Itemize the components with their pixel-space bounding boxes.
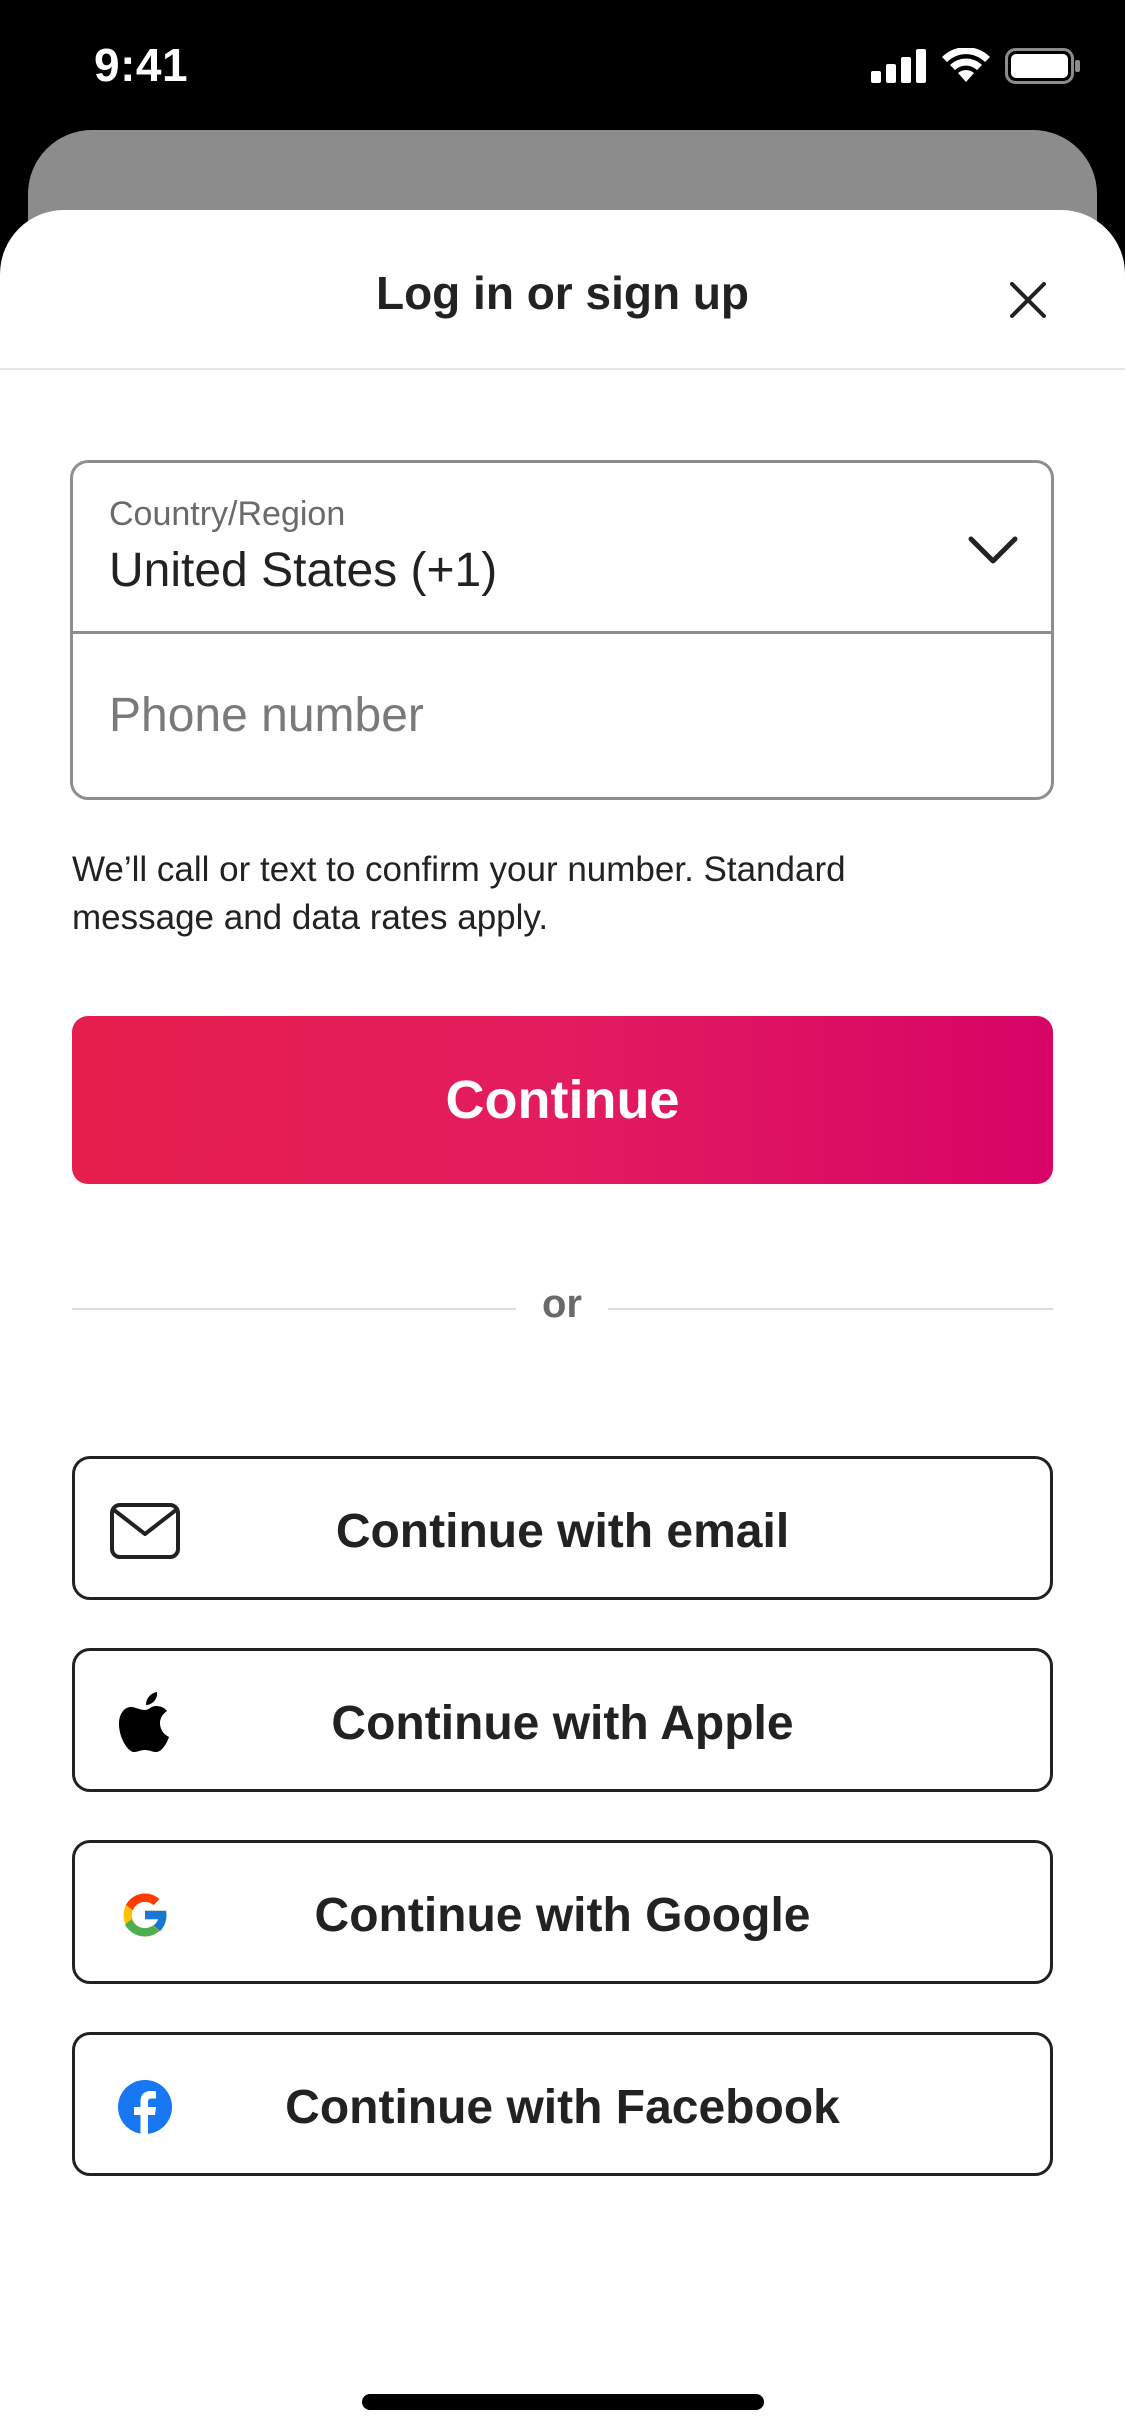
status-icons: [871, 48, 1081, 84]
continue-with-google-button[interactable]: Continue with Google: [72, 1840, 1053, 1984]
chevron-down-icon: [968, 536, 1018, 564]
sheet-header: Log in or sign up: [0, 210, 1125, 370]
continue-with-facebook-button[interactable]: Continue with Facebook: [72, 2032, 1053, 2176]
close-button[interactable]: [998, 270, 1058, 330]
country-region-value: United States (+1): [109, 544, 498, 597]
phone-number-form: Country/Region United States (+1): [70, 460, 1054, 800]
continue-with-email-label: Continue with email: [335, 1505, 790, 1558]
wifi-icon: [942, 48, 990, 82]
sheet-title: Log in or sign up: [375, 267, 750, 319]
country-region-select[interactable]: Country/Region United States (+1): [73, 463, 1051, 634]
continue-with-apple-button[interactable]: Continue with Apple: [72, 1648, 1053, 1792]
login-sheet: Log in or sign up Country/Region United …: [0, 210, 1125, 2436]
divider-line-right: [608, 1308, 1053, 1310]
continue-with-facebook-label: Continue with Facebook: [285, 2081, 840, 2134]
continue-with-google-label: Continue with Google: [314, 1889, 811, 1942]
continue-with-apple-label: Continue with Apple: [331, 1697, 794, 1750]
continue-button[interactable]: Continue: [72, 1016, 1053, 1184]
status-time: 9:41: [94, 39, 189, 91]
home-indicator[interactable]: [362, 2394, 764, 2410]
divider-or-text: or: [542, 1282, 582, 1326]
close-icon: [1010, 282, 1046, 318]
continue-with-email-button[interactable]: Continue with email: [72, 1456, 1053, 1600]
cellular-signal-icon: [871, 49, 926, 83]
divider-line-left: [72, 1308, 516, 1310]
country-region-label: Country/Region: [109, 495, 346, 533]
phone-helper-text: We’ll call or text to confirm your numbe…: [72, 850, 846, 937]
battery-icon: [1005, 48, 1080, 84]
phone-number-input[interactable]: [73, 634, 1051, 797]
status-bar: 9:41: [0, 0, 1125, 130]
